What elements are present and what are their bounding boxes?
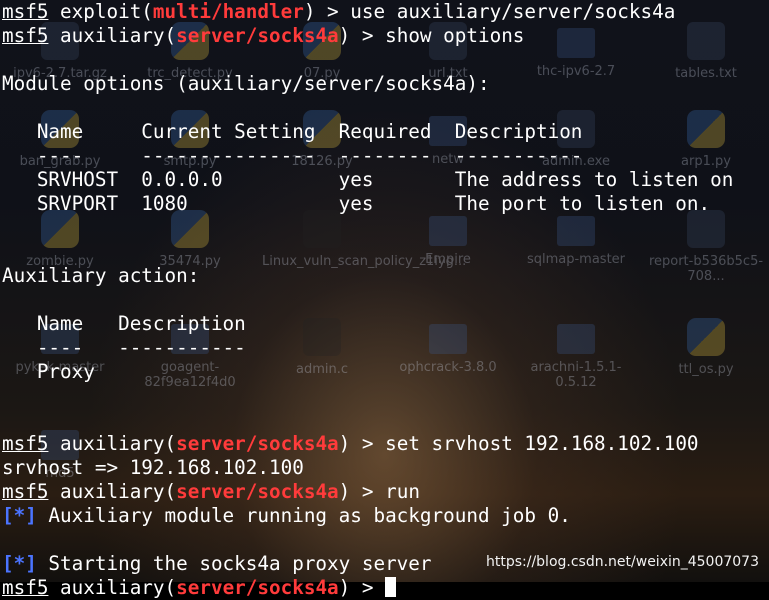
terminal-line: Auxiliary action: bbox=[2, 264, 769, 288]
terminal-line: SRVHOST 0.0.0.0 yes The address to liste… bbox=[2, 168, 769, 192]
terminal-line: SRVPORT 1080 yes The port to listen on. bbox=[2, 192, 769, 216]
terminal-line: Module options (auxiliary/server/socks4a… bbox=[2, 72, 769, 96]
command-text: > use auxiliary/server/socks4a bbox=[315, 0, 676, 23]
status-marker: [*] bbox=[2, 552, 37, 575]
module-close: ) bbox=[338, 24, 351, 47]
module-type: auxiliary( bbox=[60, 24, 177, 47]
output-text: ---- ----------- bbox=[2, 336, 246, 359]
msf-prompt: msf5 bbox=[2, 0, 49, 23]
module-name: server/socks4a bbox=[176, 480, 339, 503]
msf-prompt: msf5 bbox=[2, 576, 49, 599]
module-name: server/socks4a bbox=[176, 432, 339, 455]
terminal-line: Name Current Setting Required Descriptio… bbox=[2, 120, 769, 144]
status-text: Starting the socks4a proxy server bbox=[36, 552, 432, 575]
module-type: exploit( bbox=[60, 0, 153, 23]
output-text: Proxy bbox=[2, 360, 95, 383]
terminal-line: ---- ----------- bbox=[2, 336, 769, 360]
terminal-output[interactable]: msf5 exploit(multi/handler) > use auxili… bbox=[0, 0, 769, 599]
terminal-line: ---- --------------- -------- ----------… bbox=[2, 144, 769, 168]
terminal-line: msf5 auxiliary(server/socks4a) > bbox=[2, 576, 769, 600]
terminal-line: msf5 auxiliary(server/socks4a) > set srv… bbox=[2, 432, 769, 456]
msf-prompt: msf5 bbox=[2, 24, 49, 47]
msf-prompt: msf5 bbox=[2, 432, 49, 455]
terminal-line: msf5 exploit(multi/handler) > use auxili… bbox=[2, 0, 769, 24]
msf-prompt: msf5 bbox=[2, 480, 49, 503]
module-type: auxiliary( bbox=[60, 576, 177, 599]
watermark: https://blog.csdn.net/weixin_45007073 bbox=[485, 554, 759, 570]
terminal-line: [*] Auxiliary module running as backgrou… bbox=[2, 504, 769, 528]
command-text: > run bbox=[350, 480, 420, 503]
module-close: ) bbox=[303, 0, 316, 23]
module-close: ) bbox=[338, 480, 351, 503]
terminal-line: msf5 auxiliary(server/socks4a) > run bbox=[2, 480, 769, 504]
output-text: Auxiliary action: bbox=[2, 264, 200, 287]
text-cursor[interactable] bbox=[385, 577, 397, 597]
terminal-line: Proxy bbox=[2, 360, 769, 384]
command-text: > set srvhost 192.168.102.100 bbox=[350, 432, 699, 455]
output-text: Name Current Setting Required Descriptio… bbox=[2, 120, 583, 143]
command-text: > show options bbox=[350, 24, 525, 47]
module-close: ) bbox=[338, 576, 351, 599]
output-text: SRVHOST 0.0.0.0 yes The address to liste… bbox=[2, 168, 734, 191]
output-text: SRVPORT 1080 yes The port to listen on. bbox=[2, 192, 711, 215]
output-text: Name Description bbox=[2, 312, 246, 335]
module-name: server/socks4a bbox=[176, 576, 339, 599]
module-type: auxiliary( bbox=[60, 432, 177, 455]
output-text: srvhost => 192.168.102.100 bbox=[2, 456, 304, 479]
terminal-line: Name Description bbox=[2, 312, 769, 336]
output-text: ---- --------------- -------- ----------… bbox=[2, 144, 583, 167]
module-name: multi/handler bbox=[152, 0, 304, 23]
module-name: server/socks4a bbox=[176, 24, 339, 47]
module-type: auxiliary( bbox=[60, 480, 177, 503]
command-text: > bbox=[350, 576, 386, 599]
status-text: Auxiliary module running as background j… bbox=[36, 504, 571, 527]
output-text: Module options (auxiliary/server/socks4a… bbox=[2, 72, 490, 95]
module-close: ) bbox=[338, 432, 351, 455]
terminal-line: msf5 auxiliary(server/socks4a) > show op… bbox=[2, 24, 769, 48]
status-marker: [*] bbox=[2, 504, 37, 527]
terminal-line: srvhost => 192.168.102.100 bbox=[2, 456, 769, 480]
